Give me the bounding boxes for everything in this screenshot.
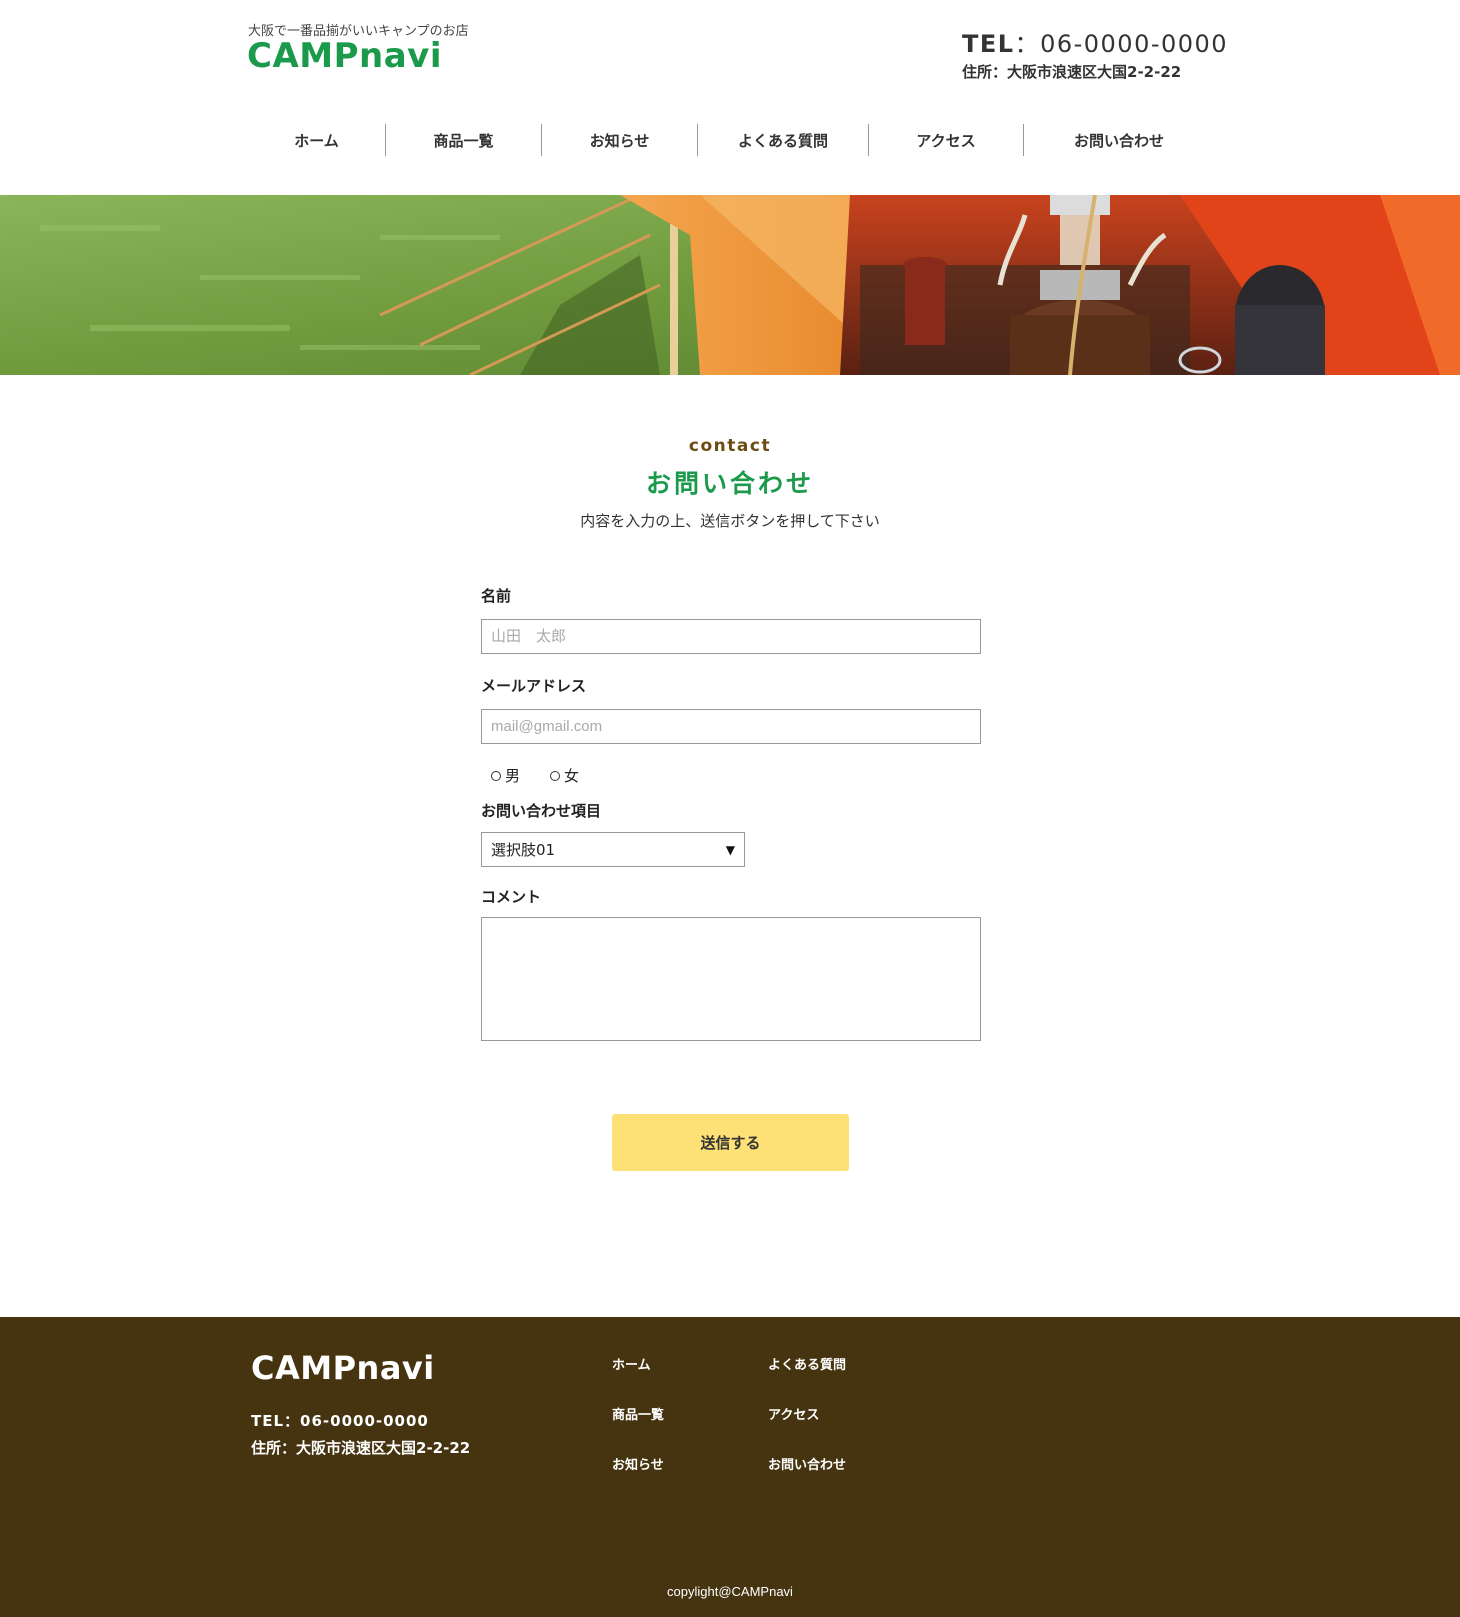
site-header: 大阪で一番品揃がいいキャンプのお店 CAMPnavi TEL：06-0000-0…: [0, 0, 1460, 195]
comment-label: コメント: [481, 888, 542, 906]
nav-item-news[interactable]: お知らせ: [542, 124, 698, 156]
nav-item-products[interactable]: 商品一覧: [386, 124, 542, 156]
gender-radio-group: 男 女: [491, 765, 579, 786]
site-logo[interactable]: CAMPnavi: [247, 36, 442, 76]
site-footer: CAMPnavi TEL：06-0000-0000 住所：大阪市浪速区大国2-2…: [0, 1317, 1460, 1617]
radio-female-label: 女: [564, 767, 580, 785]
tel-label: TEL: [962, 30, 1015, 58]
name-label: 名前: [481, 587, 512, 605]
email-label: メールアドレス: [481, 677, 587, 695]
footer-address: 住所：大阪市浪速区大国2-2-22: [251, 1439, 471, 1457]
section-lead: 内容を入力の上、送信ボタンを押して下さい: [580, 512, 880, 530]
radio-female[interactable]: 女: [550, 765, 579, 786]
nav-item-faq[interactable]: よくある質問: [698, 124, 869, 156]
footer-logo[interactable]: CAMPnavi: [251, 1349, 435, 1387]
nav-item-contact[interactable]: お問い合わせ: [1024, 124, 1214, 156]
page-title: お問い合わせ: [645, 469, 814, 498]
submit-button[interactable]: 送信する: [612, 1114, 849, 1171]
footer-link-news[interactable]: お知らせ: [612, 1454, 664, 1473]
nav-item-home[interactable]: ホーム: [248, 124, 386, 156]
name-field[interactable]: [481, 619, 981, 654]
radio-male-circle-icon[interactable]: [491, 770, 501, 781]
footer-link-access[interactable]: アクセス: [768, 1404, 819, 1423]
tel-number: 06-0000-0000: [1040, 30, 1229, 58]
section-en-label: contact: [688, 436, 772, 456]
inquiry-label: お問い合わせ項目: [481, 802, 602, 820]
footer-link-products[interactable]: 商品一覧: [612, 1404, 664, 1423]
hero-camp-image: [0, 195, 1460, 375]
copyright: copylight@CAMPnavi: [667, 1584, 793, 1599]
caret-down-icon: ▼: [725, 842, 735, 857]
footer-link-home[interactable]: ホーム: [612, 1354, 651, 1373]
comment-field[interactable]: [481, 917, 981, 1041]
footer-tel: TEL：06-0000-0000: [251, 1412, 429, 1430]
nav-item-access[interactable]: アクセス: [869, 124, 1024, 156]
header-address: 住所：大阪市浪速区大国2-2-22: [962, 63, 1182, 81]
global-nav: ホーム 商品一覧 お知らせ よくある質問 アクセス お問い合わせ: [248, 124, 1214, 156]
inquiry-selected-value: 選択肢01: [491, 841, 556, 859]
inquiry-select[interactable]: 選択肢01 ▼: [481, 832, 745, 867]
email-field[interactable]: [481, 709, 981, 744]
radio-male[interactable]: 男: [491, 765, 520, 786]
radio-male-label: 男: [505, 767, 521, 785]
footer-link-contact[interactable]: お問い合わせ: [768, 1454, 846, 1473]
header-tel: TEL：06-0000-0000: [962, 24, 1228, 59]
camp-tent-illustration: [0, 195, 1460, 375]
tel-separator: ：: [1014, 30, 1041, 58]
footer-link-faq[interactable]: よくある質問: [768, 1354, 846, 1373]
radio-female-circle-icon[interactable]: [550, 770, 561, 781]
